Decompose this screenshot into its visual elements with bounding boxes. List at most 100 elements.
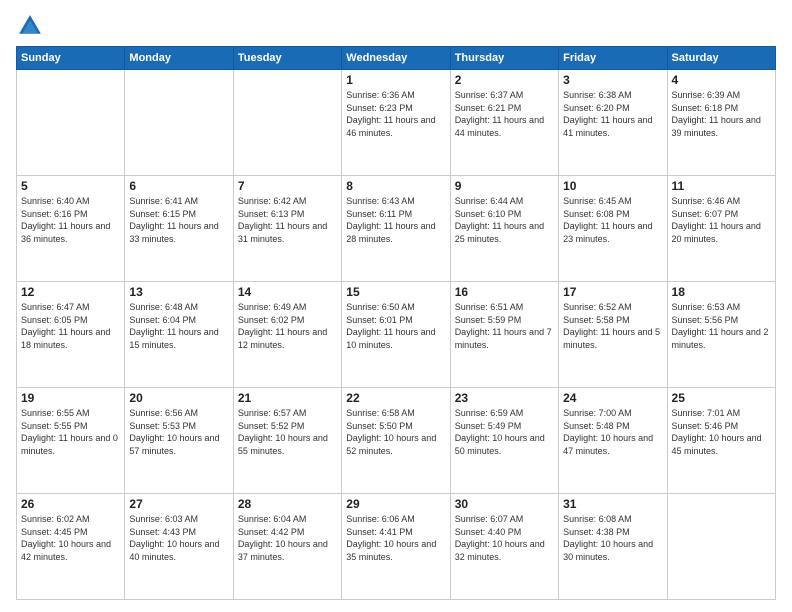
calendar-cell: 19Sunrise: 6:55 AM Sunset: 5:55 PM Dayli… <box>17 388 125 494</box>
day-number: 24 <box>563 391 662 405</box>
day-info: Sunrise: 6:06 AM Sunset: 4:41 PM Dayligh… <box>346 513 445 563</box>
day-info: Sunrise: 6:03 AM Sunset: 4:43 PM Dayligh… <box>129 513 228 563</box>
header <box>16 12 776 40</box>
day-info: Sunrise: 6:02 AM Sunset: 4:45 PM Dayligh… <box>21 513 120 563</box>
day-info: Sunrise: 6:42 AM Sunset: 6:13 PM Dayligh… <box>238 195 337 245</box>
calendar-cell: 5 Sunrise: 6:40 AM Sunset: 6:16 PM Daylig… <box>17 176 125 282</box>
day-info: Sunrise: 6:04 AM Sunset: 4:42 PM Dayligh… <box>238 513 337 563</box>
day-number: 16 <box>455 285 554 299</box>
calendar-week-1: 1Sunrise: 6:36 AM Sunset: 6:23 PM Daylig… <box>17 70 776 176</box>
calendar-cell: 30 Sunrise: 6:07 AM Sunset: 4:40 PM Dayli… <box>450 494 558 600</box>
calendar-cell: 2 Sunrise: 6:37 AM Sunset: 6:21 PM Daylig… <box>450 70 558 176</box>
calendar-cell: 11 Sunrise: 6:46 AM Sunset: 6:07 PM Dayli… <box>667 176 775 282</box>
day-number: 2 <box>455 73 554 87</box>
weekday-header-sunday: Sunday <box>17 47 125 70</box>
day-info: Sunrise: 6:53 AM Sunset: 5:56 PM Dayligh… <box>672 301 771 351</box>
weekday-header-friday: Friday <box>559 47 667 70</box>
calendar-cell: 13 Sunrise: 6:48 AM Sunset: 6:04 PM Dayli… <box>125 282 233 388</box>
weekday-header-wednesday: Wednesday <box>342 47 450 70</box>
day-number: 20 <box>129 391 228 405</box>
page: SundayMondayTuesdayWednesdayThursdayFrid… <box>0 0 792 612</box>
day-info: Sunrise: 6:38 AM Sunset: 6:20 PM Dayligh… <box>563 89 662 139</box>
day-number: 8 <box>346 179 445 193</box>
logo-icon <box>16 12 44 40</box>
day-info: Sunrise: 6:48 AM Sunset: 6:04 PM Dayligh… <box>129 301 228 351</box>
calendar-cell: 6Sunrise: 6:41 AM Sunset: 6:15 PM Daylig… <box>125 176 233 282</box>
calendar-cell: 20 Sunrise: 6:56 AM Sunset: 5:53 PM Dayli… <box>125 388 233 494</box>
day-number: 3 <box>563 73 662 87</box>
calendar-cell: 1Sunrise: 6:36 AM Sunset: 6:23 PM Daylig… <box>342 70 450 176</box>
calendar-header: SundayMondayTuesdayWednesdayThursdayFrid… <box>17 47 776 70</box>
day-info: Sunrise: 6:45 AM Sunset: 6:08 PM Dayligh… <box>563 195 662 245</box>
day-number: 15 <box>346 285 445 299</box>
day-number: 10 <box>563 179 662 193</box>
day-number: 31 <box>563 497 662 511</box>
day-info: Sunrise: 6:07 AM Sunset: 4:40 PM Dayligh… <box>455 513 554 563</box>
calendar-cell: 21 Sunrise: 6:57 AM Sunset: 5:52 PM Dayli… <box>233 388 341 494</box>
day-number: 30 <box>455 497 554 511</box>
day-number: 21 <box>238 391 337 405</box>
calendar-cell: 12 Sunrise: 6:47 AM Sunset: 6:05 PM Dayli… <box>17 282 125 388</box>
day-info: Sunrise: 6:37 AM Sunset: 6:21 PM Dayligh… <box>455 89 554 139</box>
weekday-header-thursday: Thursday <box>450 47 558 70</box>
day-number: 4 <box>672 73 771 87</box>
day-number: 23 <box>455 391 554 405</box>
day-info: Sunrise: 6:59 AM Sunset: 5:49 PM Dayligh… <box>455 407 554 457</box>
day-info: Sunrise: 6:08 AM Sunset: 4:38 PM Dayligh… <box>563 513 662 563</box>
day-number: 26 <box>21 497 120 511</box>
day-info: Sunrise: 6:47 AM Sunset: 6:05 PM Dayligh… <box>21 301 120 351</box>
calendar-cell: 26 Sunrise: 6:02 AM Sunset: 4:45 PM Dayli… <box>17 494 125 600</box>
day-info: Sunrise: 6:40 AM Sunset: 6:16 PM Dayligh… <box>21 195 120 245</box>
calendar-cell: 24 Sunrise: 7:00 AM Sunset: 5:48 PM Dayli… <box>559 388 667 494</box>
day-info: Sunrise: 6:46 AM Sunset: 6:07 PM Dayligh… <box>672 195 771 245</box>
weekday-header-tuesday: Tuesday <box>233 47 341 70</box>
calendar-cell: 31 Sunrise: 6:08 AM Sunset: 4:38 PM Dayli… <box>559 494 667 600</box>
calendar-cell: 17 Sunrise: 6:52 AM Sunset: 5:58 PM Dayli… <box>559 282 667 388</box>
day-info: Sunrise: 6:55 AM Sunset: 5:55 PM Dayligh… <box>21 407 120 457</box>
logo <box>16 12 48 40</box>
calendar-cell <box>17 70 125 176</box>
calendar-cell: 23 Sunrise: 6:59 AM Sunset: 5:49 PM Dayli… <box>450 388 558 494</box>
day-info: Sunrise: 6:36 AM Sunset: 6:23 PM Dayligh… <box>346 89 445 139</box>
calendar-cell: 14Sunrise: 6:49 AM Sunset: 6:02 PM Dayli… <box>233 282 341 388</box>
day-number: 17 <box>563 285 662 299</box>
weekday-header-monday: Monday <box>125 47 233 70</box>
day-number: 27 <box>129 497 228 511</box>
calendar-cell <box>125 70 233 176</box>
day-info: Sunrise: 6:52 AM Sunset: 5:58 PM Dayligh… <box>563 301 662 351</box>
day-number: 22 <box>346 391 445 405</box>
day-info: Sunrise: 6:39 AM Sunset: 6:18 PM Dayligh… <box>672 89 771 139</box>
day-info: Sunrise: 6:56 AM Sunset: 5:53 PM Dayligh… <box>129 407 228 457</box>
calendar-cell: 27 Sunrise: 6:03 AM Sunset: 4:43 PM Dayli… <box>125 494 233 600</box>
day-number: 13 <box>129 285 228 299</box>
calendar-week-5: 26 Sunrise: 6:02 AM Sunset: 4:45 PM Dayli… <box>17 494 776 600</box>
day-number: 6 <box>129 179 228 193</box>
calendar-cell: 10 Sunrise: 6:45 AM Sunset: 6:08 PM Dayli… <box>559 176 667 282</box>
calendar-cell: 15Sunrise: 6:50 AM Sunset: 6:01 PM Dayli… <box>342 282 450 388</box>
calendar-cell: 8Sunrise: 6:43 AM Sunset: 6:11 PM Daylig… <box>342 176 450 282</box>
day-number: 14 <box>238 285 337 299</box>
calendar-cell <box>233 70 341 176</box>
day-number: 29 <box>346 497 445 511</box>
day-number: 28 <box>238 497 337 511</box>
day-number: 12 <box>21 285 120 299</box>
day-number: 7 <box>238 179 337 193</box>
day-info: Sunrise: 6:51 AM Sunset: 5:59 PM Dayligh… <box>455 301 554 351</box>
calendar-cell: 16 Sunrise: 6:51 AM Sunset: 5:59 PM Dayli… <box>450 282 558 388</box>
calendar-table: SundayMondayTuesdayWednesdayThursdayFrid… <box>16 46 776 600</box>
calendar-cell: 22 Sunrise: 6:58 AM Sunset: 5:50 PM Dayli… <box>342 388 450 494</box>
calendar-cell: 7 Sunrise: 6:42 AM Sunset: 6:13 PM Daylig… <box>233 176 341 282</box>
day-number: 9 <box>455 179 554 193</box>
calendar-week-2: 5 Sunrise: 6:40 AM Sunset: 6:16 PM Daylig… <box>17 176 776 282</box>
day-info: Sunrise: 6:57 AM Sunset: 5:52 PM Dayligh… <box>238 407 337 457</box>
day-info: Sunrise: 6:58 AM Sunset: 5:50 PM Dayligh… <box>346 407 445 457</box>
day-number: 18 <box>672 285 771 299</box>
calendar-cell: 9Sunrise: 6:44 AM Sunset: 6:10 PM Daylig… <box>450 176 558 282</box>
day-number: 5 <box>21 179 120 193</box>
day-number: 11 <box>672 179 771 193</box>
day-info: Sunrise: 7:00 AM Sunset: 5:48 PM Dayligh… <box>563 407 662 457</box>
day-info: Sunrise: 7:01 AM Sunset: 5:46 PM Dayligh… <box>672 407 771 457</box>
calendar-cell: 4 Sunrise: 6:39 AM Sunset: 6:18 PM Daylig… <box>667 70 775 176</box>
calendar-week-4: 19Sunrise: 6:55 AM Sunset: 5:55 PM Dayli… <box>17 388 776 494</box>
calendar-cell: 25Sunrise: 7:01 AM Sunset: 5:46 PM Dayli… <box>667 388 775 494</box>
